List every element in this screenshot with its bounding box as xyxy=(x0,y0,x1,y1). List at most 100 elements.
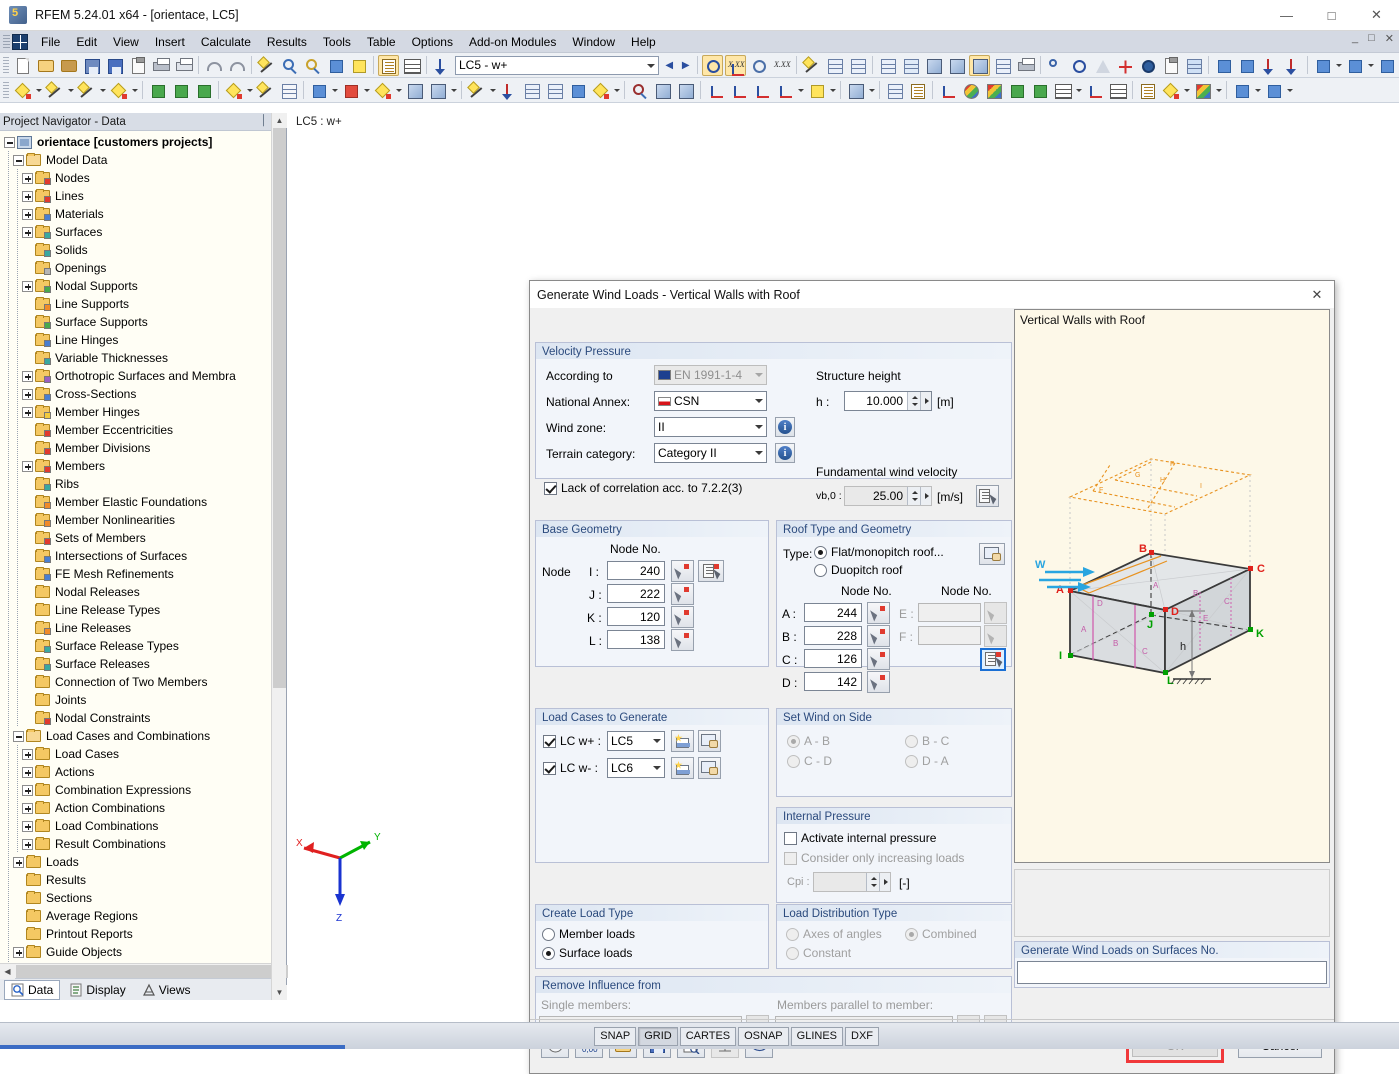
flat-monopitch-radio[interactable]: Flat/monopitch roof... xyxy=(814,545,944,559)
menu-edit[interactable]: Edit xyxy=(68,33,105,51)
tree-item[interactable]: Surfaces xyxy=(0,223,286,241)
tree-item[interactable]: Member Nonlinearities xyxy=(0,511,286,529)
new-member-icon[interactable] xyxy=(76,80,97,101)
node-l-input[interactable]: 138 xyxy=(607,630,665,649)
spinner-more-icon[interactable] xyxy=(920,392,931,410)
tree-item[interactable]: Nodes xyxy=(0,169,286,187)
cpi-input[interactable] xyxy=(813,872,891,892)
tree-expand-icon[interactable] xyxy=(22,821,33,832)
wind-zone-combo[interactable]: II xyxy=(654,417,767,437)
tree-item[interactable]: Sets of Members xyxy=(0,529,286,547)
vb0-lookup-button[interactable] xyxy=(976,485,999,507)
group-visibility-icon[interactable] xyxy=(907,80,928,101)
scroll-down-icon[interactable]: ▼ xyxy=(272,985,287,1000)
roof-e-input[interactable] xyxy=(918,603,981,622)
info-icon[interactable] xyxy=(1137,55,1158,76)
roof-c-input[interactable]: 126 xyxy=(804,649,862,668)
node-j-pick-button[interactable] xyxy=(671,583,694,605)
national-annex-combo[interactable]: CSN xyxy=(654,391,767,411)
menu-insert[interactable]: Insert xyxy=(147,33,193,51)
scroll-left-icon[interactable]: ◀ xyxy=(0,964,15,979)
load-case-icon[interactable] xyxy=(431,55,452,76)
mdi-minimize-button[interactable]: _ xyxy=(1349,32,1361,45)
scroll-up-icon[interactable]: ▲ xyxy=(272,113,287,128)
tab-display[interactable]: Display xyxy=(62,980,132,1000)
roof-d-input[interactable]: 142 xyxy=(804,672,862,691)
tree-expand-icon[interactable] xyxy=(13,857,24,868)
chevron-down-icon[interactable] xyxy=(1074,80,1083,101)
wind-side-bc-radio[interactable]: B - C xyxy=(905,734,949,748)
tree-expand-icon[interactable] xyxy=(22,767,33,778)
new-free-load-icon[interactable] xyxy=(372,80,393,101)
clipboard-icon[interactable] xyxy=(127,55,148,76)
new-surface-support-icon[interactable] xyxy=(193,80,214,101)
status-glines[interactable]: GLINES xyxy=(791,1027,843,1046)
lc-wminus-edit-button[interactable] xyxy=(698,757,721,779)
menu-view[interactable]: View xyxy=(105,33,147,51)
navigator-tree[interactable]: orientace [customers projects]Model Data… xyxy=(0,131,286,963)
chevron-down-icon[interactable] xyxy=(1285,80,1294,101)
tree-expand-icon[interactable] xyxy=(22,371,33,382)
roof-c-pick-button[interactable] xyxy=(867,648,890,670)
rotate-icon[interactable] xyxy=(1068,55,1089,76)
view-xz-icon[interactable] xyxy=(969,55,990,76)
chevron-down-icon[interactable] xyxy=(1214,80,1223,101)
clipping-plane-icon[interactable] xyxy=(845,80,866,101)
generate-snow-loads-icon[interactable] xyxy=(544,80,565,101)
chevron-down-icon[interactable] xyxy=(1253,80,1262,101)
lc-wplus-combo[interactable]: LC5 xyxy=(607,731,665,751)
spinner-up-down-icon[interactable] xyxy=(907,487,920,505)
tab-data[interactable]: Data xyxy=(4,980,60,1000)
scroll-thumb[interactable] xyxy=(16,965,301,978)
view-y-icon[interactable] xyxy=(728,80,749,101)
results-sections-icon[interactable] xyxy=(1029,80,1050,101)
open-file-icon[interactable] xyxy=(35,55,56,76)
node-k-input[interactable]: 120 xyxy=(607,607,665,626)
vb0-input[interactable]: 25.00 xyxy=(844,486,932,506)
chevron-down-icon[interactable] xyxy=(612,80,621,101)
tree-item[interactable]: Results xyxy=(0,871,286,889)
show-values-icon[interactable]: X.XX xyxy=(725,55,746,76)
tree-item[interactable]: Connection of Two Members xyxy=(0,673,286,691)
new-file-icon[interactable] xyxy=(12,55,33,76)
combined-radio[interactable]: Combined xyxy=(905,927,977,941)
next-load-case-button[interactable]: ▶ xyxy=(678,56,695,75)
tree-item[interactable]: Action Combinations xyxy=(0,799,286,817)
lack-of-correlation-checkbox[interactable]: Lack of correlation acc. to 7.2.2(3) xyxy=(544,481,742,495)
tree-item[interactable]: Member Eccentricities xyxy=(0,421,286,439)
new-solid-icon[interactable] xyxy=(404,80,425,101)
chevron-down-icon[interactable] xyxy=(394,80,403,101)
roof-a-input[interactable]: 244 xyxy=(804,603,862,622)
new-surface-load-icon[interactable] xyxy=(340,80,361,101)
delete-icon[interactable] xyxy=(1114,55,1135,76)
tree-expand-icon[interactable] xyxy=(22,803,33,814)
wind-side-da-radio[interactable]: D - A xyxy=(905,754,949,768)
tree-expand-icon[interactable] xyxy=(22,209,33,220)
tree-expand-icon[interactable] xyxy=(22,461,33,472)
new-window-icon[interactable] xyxy=(1231,80,1252,101)
menu-help[interactable]: Help xyxy=(623,33,664,51)
close-button[interactable]: ✕ xyxy=(1354,0,1399,30)
wind-zone-info-button[interactable]: i xyxy=(775,417,795,437)
status-snap[interactable]: SNAP xyxy=(594,1027,636,1046)
tree-item[interactable]: Nodal Releases xyxy=(0,583,286,601)
tree-collapse-icon[interactable] xyxy=(4,137,15,148)
node-i-input[interactable]: 240 xyxy=(607,561,665,580)
chevron-down-icon[interactable] xyxy=(488,80,497,101)
new-surface-icon[interactable] xyxy=(108,80,129,101)
window-arrange-icon[interactable] xyxy=(1376,55,1397,76)
view-yz-icon[interactable] xyxy=(992,55,1013,76)
chevron-down-icon[interactable] xyxy=(796,80,805,101)
support-forces-icon[interactable] xyxy=(847,55,868,76)
terrain-category-combo[interactable]: Category II xyxy=(654,443,767,463)
copy-view-icon[interactable] xyxy=(348,55,369,76)
menu-grip-handle[interactable] xyxy=(3,35,10,49)
chevron-down-icon[interactable] xyxy=(449,80,458,101)
tree-item[interactable]: Orthotropic Surfaces and Membra xyxy=(0,367,286,385)
chevron-down-icon[interactable] xyxy=(245,80,254,101)
new-solid-contact-icon[interactable] xyxy=(427,80,448,101)
toolbar-grip-handle[interactable] xyxy=(3,82,9,99)
node-l-pick-button[interactable] xyxy=(671,629,694,651)
chevron-down-icon[interactable] xyxy=(1366,55,1375,76)
printout-report-icon[interactable] xyxy=(1137,80,1158,101)
